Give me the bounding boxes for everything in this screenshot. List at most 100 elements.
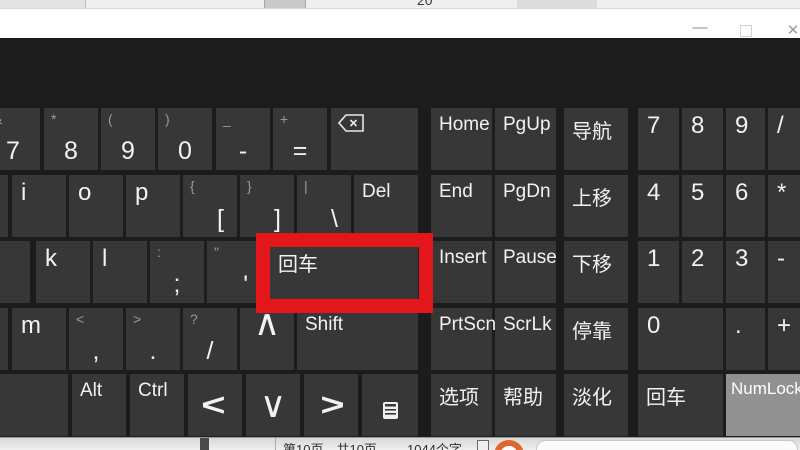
close-button[interactable]: ✕ [781, 21, 800, 39]
key-partial-left-r2[interactable] [0, 175, 8, 237]
status-bar-divider [275, 438, 276, 450]
key-help[interactable]: 帮助 [495, 374, 556, 436]
key-label: / [777, 112, 784, 140]
key-label: m [21, 312, 41, 340]
key-options[interactable]: 选项 [431, 374, 492, 436]
key-sub-label: { [190, 178, 195, 194]
key-move-up[interactable]: 上移 [564, 175, 628, 237]
key-l[interactable]: l [93, 241, 147, 303]
background-ruler-strip: 20 [0, 0, 800, 9]
key-context-menu[interactable] [362, 374, 418, 436]
down-chevron-icon: ∨ [260, 384, 286, 426]
key-label: Pause [503, 247, 557, 269]
word-count: 1044个字 [407, 439, 462, 450]
key-label: 6 [735, 179, 748, 207]
highlight-box [256, 233, 433, 313]
key-0[interactable]: ) 0 [158, 108, 212, 170]
numpad-2[interactable]: 2 [682, 241, 723, 303]
key-label: [ [217, 205, 224, 234]
numpad-multiply[interactable]: * [768, 175, 800, 237]
key-dock[interactable]: 停靠 [564, 308, 628, 370]
key-i[interactable]: i [12, 175, 66, 237]
numpad-4[interactable]: 4 [638, 175, 679, 237]
key-backspace[interactable] [331, 108, 418, 170]
key-pause[interactable]: Pause [495, 241, 556, 303]
key-label: 5 [691, 179, 704, 207]
numpad-1[interactable]: 1 [638, 241, 679, 303]
background-status-bar: 第10页，共10页 1044个字 [0, 437, 800, 450]
key-period[interactable]: > . [126, 308, 180, 370]
key-label: 0 [158, 137, 212, 166]
key-label: 帮助 [503, 381, 543, 410]
ruler-segment [264, 0, 306, 8]
key-caret-up[interactable]: ∧ [240, 308, 294, 370]
key-label: / [183, 337, 237, 366]
key-minus[interactable]: _ - [216, 108, 270, 170]
key-semicolon[interactable]: : ; [150, 241, 204, 303]
key-7[interactable]: & 7 [0, 108, 40, 170]
key-m[interactable]: m [12, 308, 66, 370]
key-del[interactable]: Del [354, 175, 418, 237]
key-label: i [21, 179, 26, 207]
key-sub-label: " [214, 244, 219, 260]
key-right-bracket[interactable]: } ] [240, 175, 294, 237]
key-p[interactable]: p [126, 175, 180, 237]
maximize-icon[interactable] [740, 25, 752, 37]
key-pgup[interactable]: PgUp [495, 108, 556, 170]
minimize-button[interactable]: — [688, 19, 712, 36]
key-prtscn[interactable]: PrtScn [431, 308, 492, 370]
numpad-7[interactable]: 7 [638, 108, 679, 170]
ruler-segment [517, 0, 597, 8]
key-arrow-right[interactable]: ∨ [304, 374, 358, 436]
key-fade[interactable]: 淡化 [564, 374, 628, 436]
key-partial-left-r3[interactable] [0, 241, 30, 303]
key-move-down[interactable]: 下移 [564, 241, 628, 303]
key-label: End [439, 181, 473, 203]
numpad-3[interactable]: 3 [726, 241, 765, 303]
key-k[interactable]: k [36, 241, 90, 303]
numpad-divide[interactable]: / [768, 108, 800, 170]
key-label: 停靠 [572, 315, 612, 344]
backspace-icon [338, 114, 364, 137]
key-pgdn[interactable]: PgDn [495, 175, 556, 237]
key-navigate[interactable]: 导航 [564, 108, 628, 170]
key-label: * [777, 179, 786, 207]
key-9[interactable]: ( 9 [101, 108, 155, 170]
key-arrow-left[interactable]: ∨ [188, 374, 242, 436]
key-shift[interactable]: Shift [297, 308, 418, 370]
key-end[interactable]: End [431, 175, 492, 237]
key-partial-left-r4[interactable] [0, 308, 8, 370]
key-insert[interactable]: Insert [431, 241, 492, 303]
key-o[interactable]: o [69, 175, 123, 237]
key-arrow-down[interactable]: ∨ [246, 374, 300, 436]
key-space-partial[interactable] [0, 374, 68, 436]
key-label: - [216, 137, 270, 166]
key-sub-label: & [0, 111, 2, 127]
numpad-9[interactable]: 9 [726, 108, 765, 170]
numpad-5[interactable]: 5 [682, 175, 723, 237]
proofing-icon [477, 440, 489, 450]
key-home[interactable]: Home [431, 108, 492, 170]
key-quote[interactable]: " ' [207, 241, 261, 303]
key-comma[interactable]: < , [69, 308, 123, 370]
numpad-decimal[interactable]: . [726, 308, 765, 370]
key-label: 7 [0, 137, 40, 166]
key-backslash[interactable]: | \ [297, 175, 351, 237]
numpad-subtract[interactable]: - [768, 241, 800, 303]
numpad-add[interactable]: + [768, 308, 800, 370]
numpad-0[interactable]: 0 [638, 308, 723, 370]
key-label: 7 [647, 112, 660, 140]
key-equals[interactable]: + = [273, 108, 327, 170]
key-ctrl[interactable]: Ctrl [130, 374, 184, 436]
key-label: 8 [44, 137, 98, 166]
numpad-enter[interactable]: 回车 [638, 374, 723, 436]
key-slash[interactable]: ? / [183, 308, 237, 370]
key-numlock[interactable]: NumLock [726, 374, 800, 436]
key-sub-label: | [304, 178, 308, 194]
numpad-6[interactable]: 6 [726, 175, 765, 237]
key-left-bracket[interactable]: { [ [183, 175, 237, 237]
numpad-8[interactable]: 8 [682, 108, 723, 170]
key-alt[interactable]: Alt [72, 374, 126, 436]
key-8[interactable]: * 8 [44, 108, 98, 170]
key-scrlk[interactable]: ScrLk [495, 308, 556, 370]
